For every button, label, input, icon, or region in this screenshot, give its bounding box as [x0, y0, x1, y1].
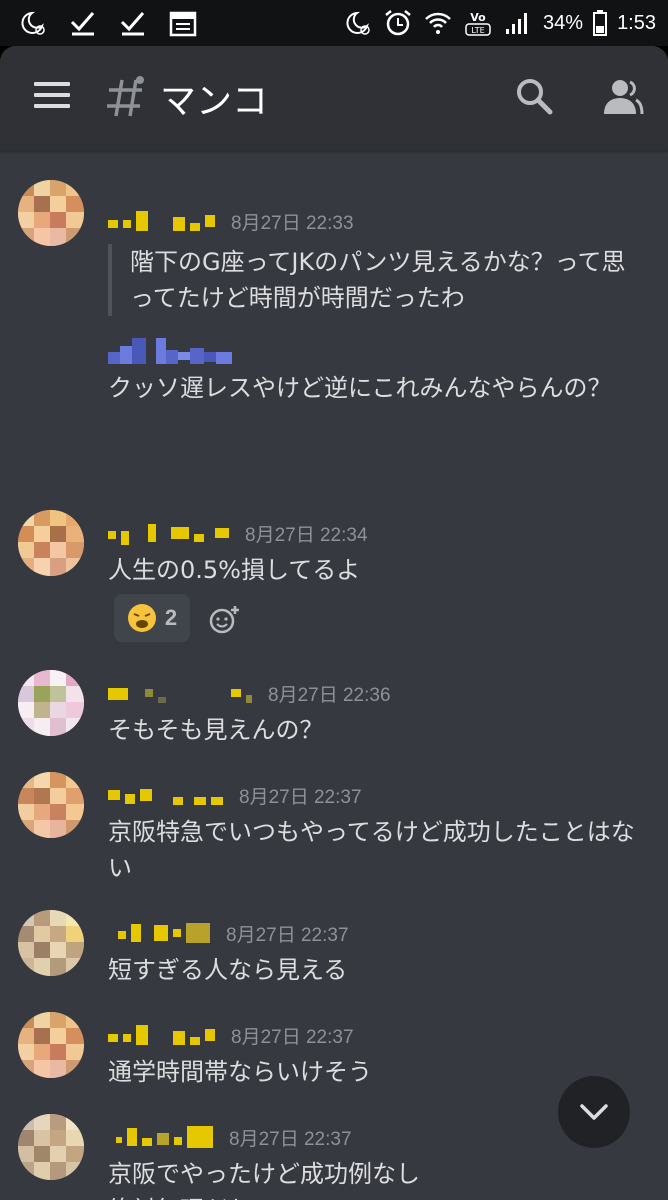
message-text: そもそも見えんの？: [108, 716, 324, 744]
avatar-pixelated-image: [18, 1012, 84, 1078]
avatar-pixelated-image: [18, 180, 84, 246]
author-row: 8月27日 22:36: [108, 680, 391, 706]
author-row: 8月27日 22:37: [108, 1022, 354, 1048]
wifi-icon: [425, 12, 451, 34]
status-bar: Vo LTE 34% 1:53: [0, 0, 668, 46]
avatar-pixelated-image: [18, 1114, 84, 1180]
message-quote: 階下のG座ってJKのパンツ見えるかな？って思ってたけど時間が時間だったわ: [108, 244, 648, 316]
add-reaction-icon[interactable]: [208, 604, 240, 636]
svg-text:Vo: Vo: [470, 11, 486, 24]
do-not-disturb-moon-icon: [346, 11, 370, 35]
avatar[interactable]: [18, 1114, 84, 1180]
avatar-pixelated-image: [18, 772, 84, 838]
author-name-pixelated[interactable]: [108, 1022, 215, 1048]
message-timestamp: 8月27日 22:34: [245, 524, 368, 546]
reaction-button[interactable]: 2: [114, 594, 190, 642]
signal-strength-icon: [506, 13, 528, 34]
author-name-pixelated[interactable]: [108, 208, 215, 234]
message-text: 短すぎる人なら見える: [108, 956, 348, 984]
text-channel-hash-icon: [107, 76, 144, 117]
battery-icon: [593, 10, 608, 36]
message-timestamp: 8月27日 22:33: [231, 212, 354, 234]
author-name-pixelated[interactable]: [108, 520, 229, 546]
author-row: 8月27日 22:34: [108, 520, 368, 546]
clock: 1:53: [617, 11, 656, 34]
author-row: 8月27日 22:37: [108, 920, 349, 946]
do-not-disturb-moon-icon: [21, 11, 45, 35]
message-timestamp: 8月27日 22:36: [268, 684, 391, 706]
author-name-pixelated[interactable]: [108, 1124, 213, 1150]
avatar[interactable]: [18, 772, 84, 838]
members-icon[interactable]: [600, 78, 644, 116]
author-row: 8月27日 22:37: [108, 1124, 352, 1150]
chevron-down-icon: [580, 1104, 608, 1120]
avatar-pixelated-image: [18, 910, 84, 976]
author-row: 8月27日 22:37: [108, 782, 362, 808]
message-text: 京阪特急でいつもやってるけど成功したことはない: [108, 818, 635, 882]
channel-name: マンコ: [160, 81, 269, 122]
weary-face-emoji-icon: [127, 604, 156, 632]
avatar[interactable]: [18, 670, 84, 736]
checkmark-icon: [120, 12, 145, 36]
svg-text:LTE: LTE: [471, 26, 484, 35]
jump-to-bottom-button[interactable]: [558, 1076, 630, 1148]
menu-icon[interactable]: [34, 82, 70, 112]
message-timestamp: 8月27日 22:37: [239, 786, 362, 808]
avatar[interactable]: [18, 1012, 84, 1078]
author-name-pixelated[interactable]: [108, 920, 210, 946]
avatar-pixelated-image: [18, 510, 84, 576]
chat-app: マンコ 8月27日 22:33 階下のG座ってJKのパンツ見えるかな？って思って…: [0, 46, 668, 1200]
message-text: 京阪でやったけど成功例なし 絶対無理だわ: [108, 1160, 420, 1200]
avatar[interactable]: [18, 180, 84, 246]
message-list: 8月27日 22:33 階下のG座ってJKのパンツ見えるかな？って思ってたけど時…: [0, 150, 668, 1200]
message-timestamp: 8月27日 22:37: [229, 1128, 352, 1150]
author-row: 8月27日 22:33: [108, 208, 354, 234]
mention-pixelated[interactable]: [108, 338, 234, 366]
avatar[interactable]: [18, 910, 84, 976]
alarm-clock-icon: [385, 10, 411, 36]
battery-percent: 34%: [543, 11, 584, 34]
search-icon[interactable]: [514, 76, 554, 116]
reaction-count: 2: [164, 605, 178, 630]
message-text: 通学時間帯ならいけそう: [108, 1058, 372, 1086]
message-text: クッソ遅レスやけど逆にこれみんなやらんの？: [108, 374, 612, 402]
channel-header: マンコ: [0, 46, 668, 150]
message-text: 人生の0.5%損してるよ: [108, 556, 361, 584]
avatar-pixelated-image: [18, 670, 84, 736]
avatar[interactable]: [18, 510, 84, 576]
author-name-pixelated[interactable]: [108, 680, 252, 706]
author-name-pixelated[interactable]: [108, 782, 223, 808]
message-timestamp: 8月27日 22:37: [226, 924, 349, 946]
calendar-icon: [169, 11, 197, 37]
volte-icon: Vo LTE: [465, 11, 491, 36]
checkmark-icon: [70, 12, 95, 36]
message-timestamp: 8月27日 22:37: [231, 1026, 354, 1048]
